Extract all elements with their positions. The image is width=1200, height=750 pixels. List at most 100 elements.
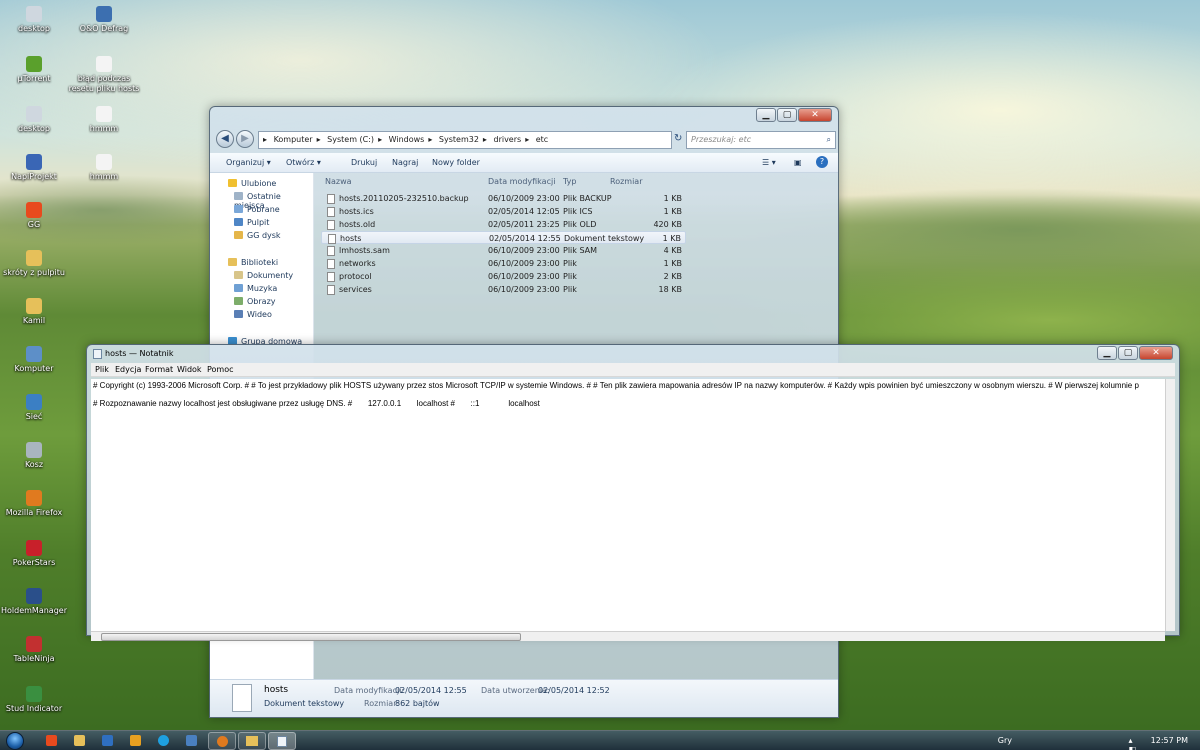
desktop-icon-item[interactable]: PokerStars xyxy=(0,540,72,568)
tray-label[interactable]: Gry xyxy=(998,736,1012,745)
menu-help[interactable]: Pomoc xyxy=(207,365,234,374)
nav-videos[interactable]: Wideo xyxy=(234,310,272,319)
desktop-icon-item[interactable]: skróty z pulpitu xyxy=(0,250,72,278)
nav-pictures[interactable]: Obrazy xyxy=(234,297,276,306)
notepad-minimize-button[interactable]: ▁ xyxy=(1097,346,1117,360)
desktop-icon-item[interactable]: NapiProjekt xyxy=(0,154,72,182)
breadcrumb-5[interactable]: etc xyxy=(536,135,548,144)
col-modified[interactable]: Data modyfikacji xyxy=(488,177,555,186)
desktop-shortcut-icon xyxy=(26,56,42,72)
media-play-icon[interactable] xyxy=(130,735,141,746)
breadcrumb-0[interactable]: Komputer xyxy=(274,135,313,144)
nav-music[interactable]: Muzyka xyxy=(234,284,277,293)
file-row[interactable]: networks 06/10/2009 23:00 Plik 1 KB xyxy=(321,257,686,270)
desktop-icon-item[interactable]: hmmm xyxy=(66,106,142,134)
breadcrumb-1[interactable]: System (C:) xyxy=(327,135,374,144)
desktop-icon-item[interactable]: Kamil xyxy=(0,298,72,326)
nav-gg-drive[interactable]: GG dysk xyxy=(234,231,281,240)
horizontal-scroll-thumb[interactable] xyxy=(101,633,521,641)
clock[interactable]: 12:57 PM xyxy=(1151,736,1188,745)
explorer-titlebar[interactable]: ▁ ▢ ✕ xyxy=(210,107,838,127)
refresh-icon[interactable]: ↻ xyxy=(674,133,682,144)
horizontal-scrollbar[interactable] xyxy=(91,631,1165,641)
col-type[interactable]: Typ xyxy=(563,177,576,186)
view-options-icon[interactable]: ☰ ▾ xyxy=(762,158,776,167)
file-name: services xyxy=(339,285,372,294)
minimize-button[interactable]: ▁ xyxy=(756,108,776,122)
notepad-window[interactable]: hosts — Notatnik ▁ ▢ ✕ Plik Edycja Forma… xyxy=(86,344,1180,641)
desktop-icon-item[interactable]: Kosz xyxy=(0,442,72,470)
file-row[interactable]: protocol 06/10/2009 23:00 Plik 2 KB xyxy=(321,270,686,283)
breadcrumb-2[interactable]: Windows xyxy=(389,135,425,144)
desktop-icon-item[interactable]: μTorrent xyxy=(0,56,72,84)
help-icon[interactable]: ? xyxy=(816,156,828,168)
notepad-close-button[interactable]: ✕ xyxy=(1139,346,1173,360)
media-player-icon[interactable] xyxy=(102,735,113,746)
nav-downloads[interactable]: Pobrane xyxy=(234,205,280,214)
tray-icons[interactable]: ▴ ◧ ▤ ♪ ◔ xyxy=(1128,736,1138,750)
file-row[interactable]: hosts.ics 02/05/2014 12:05 Plik ICS 1 KB xyxy=(321,205,686,218)
vertical-scrollbar[interactable] xyxy=(1165,379,1175,631)
desktop-icon-item[interactable]: TableNinja xyxy=(0,636,72,664)
desktop-icon-item[interactable]: O&O Defrag xyxy=(66,6,142,34)
start-button[interactable] xyxy=(6,732,24,750)
desktop-icon-item[interactable]: desktop xyxy=(0,106,72,134)
burn-button[interactable]: Nagraj xyxy=(392,158,418,167)
search-input[interactable]: Przeszukaj: etc ⌕ xyxy=(686,131,836,149)
desktop-icon-item[interactable]: błąd podczas resetu pliku hosts xyxy=(66,56,142,94)
menu-edit[interactable]: Edycja xyxy=(115,365,141,374)
print-button[interactable]: Drukuj xyxy=(351,158,377,167)
back-button[interactable]: ◀ xyxy=(216,130,234,148)
desktop-icon-label: Komputer xyxy=(14,364,54,373)
skype-icon[interactable] xyxy=(158,735,169,746)
notepad-maximize-button[interactable]: ▢ xyxy=(1118,346,1138,360)
breadcrumb-4[interactable]: drivers xyxy=(493,135,521,144)
forward-button[interactable]: ▶ xyxy=(236,130,254,148)
file-row[interactable]: services 06/10/2009 23:00 Plik 18 KB xyxy=(321,283,686,296)
close-button[interactable]: ✕ xyxy=(798,108,832,122)
notepad-text-area[interactable]: # Copyright (c) 1993-2006 Microsoft Corp… xyxy=(91,379,1165,631)
file-row[interactable]: hosts.20110205-232510.backup 06/10/2009 2… xyxy=(321,192,686,205)
desktop-icon-label: μTorrent xyxy=(17,74,51,83)
menu-view[interactable]: Widok xyxy=(177,365,202,374)
explorer-pin-icon[interactable] xyxy=(74,735,85,746)
file-row[interactable]: hosts 02/05/2014 12:55 Dokument tekstowy 1 … xyxy=(321,231,686,244)
file-name: hosts.20110205-232510.backup xyxy=(339,194,469,203)
desktop-icon-item[interactable]: GG xyxy=(0,202,72,230)
desktop-icon-item[interactable]: Stud Indicator xyxy=(0,686,72,714)
desktop-icon-item[interactable]: Mozilla Firefox xyxy=(0,490,72,518)
organize-button[interactable]: Organizuj ▾ xyxy=(226,158,271,167)
file-row[interactable]: lmhosts.sam 06/10/2009 23:00 Plik SAM 4 KB xyxy=(321,244,686,257)
menu-file[interactable]: Plik xyxy=(95,365,109,374)
nav-favorites[interactable]: Ulubione xyxy=(228,179,276,188)
maximize-button[interactable]: ▢ xyxy=(777,108,797,122)
network-tool-icon[interactable] xyxy=(186,735,197,746)
breadcrumb-3[interactable]: System32 xyxy=(439,135,479,144)
desktop-icon-item[interactable]: hmmm xyxy=(66,154,142,182)
open-button[interactable]: Otwórz ▾ xyxy=(286,158,321,167)
desktop-shortcut-icon xyxy=(26,154,42,170)
nav-libraries[interactable]: Biblioteki xyxy=(228,258,278,267)
col-size[interactable]: Rozmiar xyxy=(610,177,643,186)
explorer-task-button[interactable] xyxy=(238,732,266,750)
menu-format[interactable]: Format xyxy=(145,365,173,374)
col-name[interactable]: Nazwa xyxy=(325,177,352,186)
address-bar[interactable]: ▸ Komputer ▸ System (C:) ▸ Windows ▸ System… xyxy=(258,131,672,149)
new-folder-button[interactable]: Nowy folder xyxy=(432,158,480,167)
notepad-titlebar[interactable]: hosts — Notatnik ▁ ▢ ✕ xyxy=(87,345,1179,363)
desktop-icon-label: PokerStars xyxy=(12,558,56,567)
desktop-icon-item[interactable]: Komputer xyxy=(0,346,72,374)
gg-taskbar-icon[interactable] xyxy=(46,735,57,746)
notepad-task-button[interactable] xyxy=(268,732,296,750)
details-name: hosts xyxy=(264,685,289,695)
file-row[interactable]: hosts.old 02/05/2011 23:25 Plik OLD 420 KB xyxy=(321,218,686,231)
firefox-task-button[interactable] xyxy=(208,732,236,750)
desktop-icon-item[interactable]: HoldemManager xyxy=(0,588,72,616)
desktop-icon-item[interactable]: desktop xyxy=(0,6,72,34)
file-type: Plik OLD xyxy=(563,220,597,229)
desktop-icon-item[interactable]: Sieć xyxy=(0,394,72,422)
preview-pane-icon[interactable]: ▣ xyxy=(794,158,802,167)
file-size: 1 KB xyxy=(663,259,682,268)
nav-documents[interactable]: Dokumenty xyxy=(234,271,293,280)
nav-desktop[interactable]: Pulpit xyxy=(234,218,269,227)
